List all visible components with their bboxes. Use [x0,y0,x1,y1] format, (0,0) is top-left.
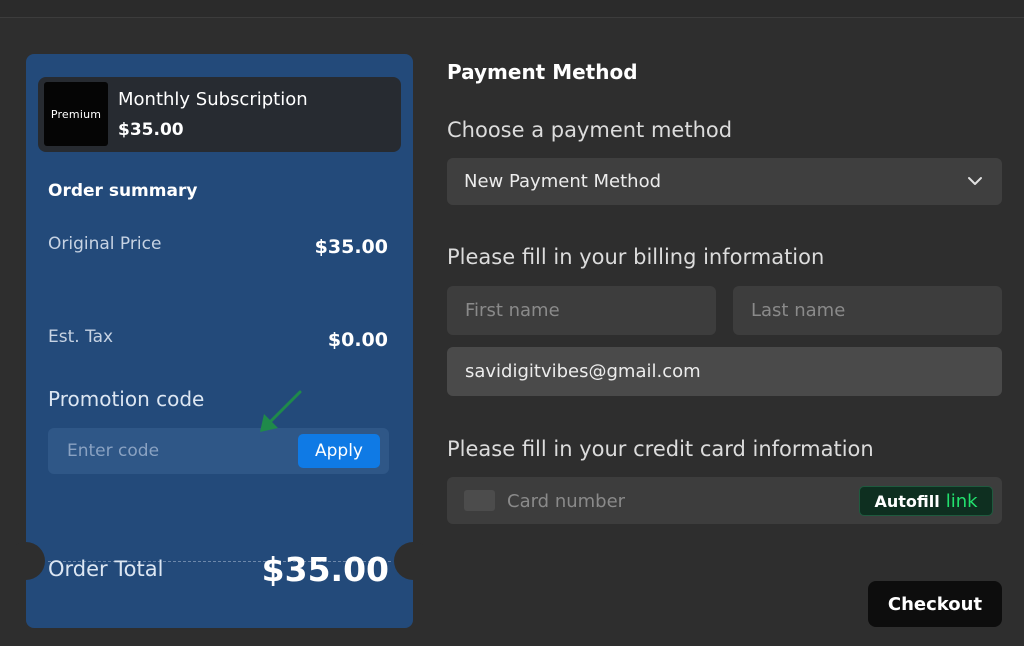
order-total-value: $35.00 [261,550,389,589]
first-name-field[interactable] [447,286,716,335]
chevron-down-icon [968,177,982,185]
autofill-link-button[interactable]: Autofill link [859,486,993,516]
ticket-notch-right [394,542,432,580]
order-summary-title: Order summary [48,181,198,201]
ticket-notch-left [7,542,45,580]
choose-payment-label: Choose a payment method [447,118,733,142]
order-total-label: Order Total [48,557,164,581]
card-number-input[interactable] [505,477,849,526]
product-name: Monthly Subscription [118,89,308,110]
credit-card-icon [464,490,495,511]
promo-code-box: Apply [48,428,389,474]
payment-method-title: Payment Method [447,60,638,84]
order-summary-card: Premium Monthly Subscription $35.00 Orde… [7,54,432,628]
annotation-arrow-icon [260,390,302,432]
selected-payment-method: New Payment Method [464,171,662,192]
payment-method-select[interactable]: New Payment Method [447,158,1002,205]
premium-logo: Premium [44,82,108,146]
product-price: $35.00 [118,120,184,140]
autofill-text: Autofill [874,491,940,511]
link-logo: link [945,490,978,512]
tax-label: Est. Tax [48,327,114,347]
original-price-value: $35.00 [314,236,388,258]
card-info-label: Please fill in your credit card informat… [447,437,874,461]
billing-info-label: Please fill in your billing information [447,245,825,269]
checkout-button[interactable]: Checkout [868,581,1002,627]
last-name-field[interactable] [733,286,1002,335]
apply-button[interactable]: Apply [298,434,380,468]
tax-value: $0.00 [327,329,388,351]
promo-code-input[interactable] [48,428,288,474]
top-bar [0,0,1024,18]
original-price-label: Original Price [48,234,162,254]
promotion-code-label: Promotion code [48,387,205,411]
product-card: Premium Monthly Subscription $35.00 [38,77,401,152]
email-field[interactable] [447,347,1002,396]
card-number-box: Autofill link [447,477,1002,526]
